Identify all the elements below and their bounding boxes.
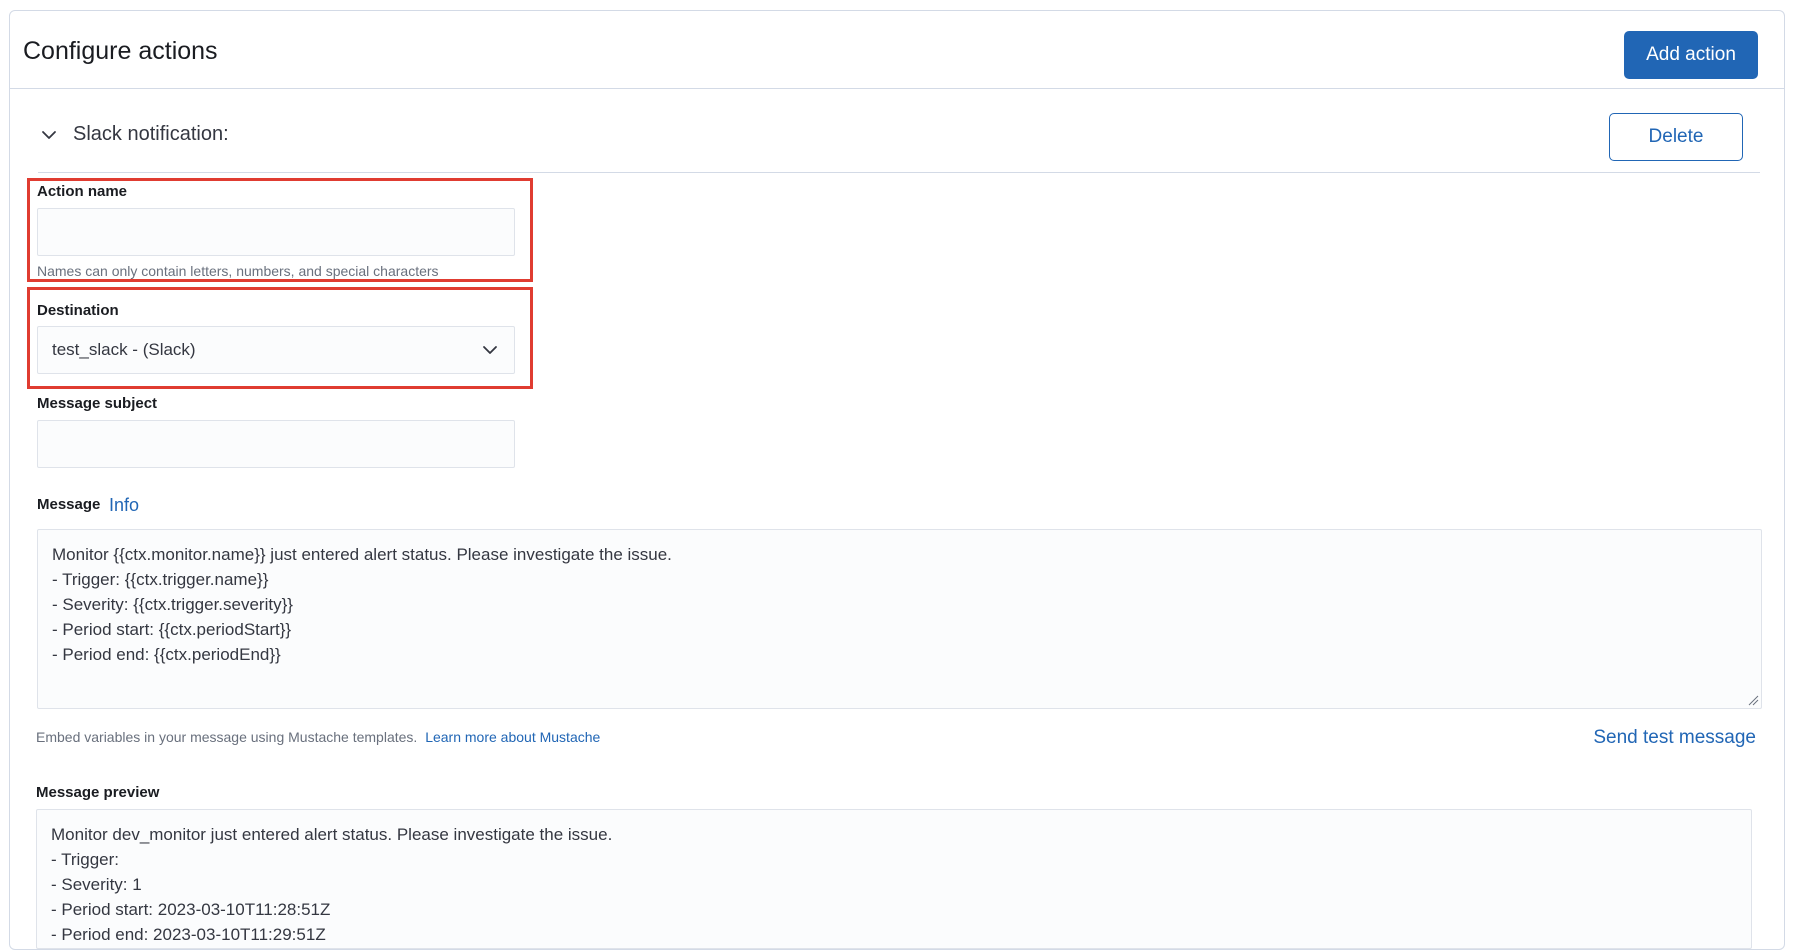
add-action-button[interactable]: Add action: [1624, 31, 1758, 79]
chevron-down-icon: [483, 346, 497, 354]
message-preview-box: Monitor dev_monitor just entered alert s…: [36, 809, 1752, 949]
chevron-down-icon: [42, 130, 56, 139]
message-line: Monitor {{ctx.monitor.name}} just entere…: [52, 545, 672, 564]
embed-text: Embed variables in your message using Mu…: [36, 729, 418, 745]
message-info-link[interactable]: Info: [109, 495, 139, 516]
action-title: Slack notification:: [73, 123, 229, 145]
preview-line: - Period end: 2023-03-10T11:29:51Z: [51, 925, 326, 944]
message-line: - Severity: {{ctx.trigger.severity}}: [52, 595, 293, 614]
preview-line: - Period start: 2023-03-10T11:28:51Z: [51, 900, 331, 919]
mustache-help-text: Embed variables in your message using Mu…: [36, 729, 600, 745]
send-test-message-button[interactable]: Send test message: [1593, 727, 1756, 749]
preview-line: - Severity: 1: [51, 875, 142, 894]
action-name-help-text: Names can only contain letters, numbers,…: [37, 263, 439, 279]
header-divider: [10, 88, 1784, 89]
message-preview-label: Message preview: [36, 784, 160, 801]
preview-line: Monitor dev_monitor just entered alert s…: [51, 825, 613, 844]
slack-notification-accordion-toggle[interactable]: Slack notification:: [38, 123, 229, 146]
section-divider: [38, 172, 1760, 173]
action-name-input[interactable]: [37, 208, 515, 256]
message-label: Message: [37, 496, 101, 513]
message-line: - Period start: {{ctx.periodStart}}: [52, 620, 292, 639]
learn-more-mustache-link[interactable]: Learn more about Mustache: [425, 729, 600, 745]
message-line: - Trigger: {{ctx.trigger.name}}: [52, 570, 269, 589]
resize-handle-icon[interactable]: [1747, 694, 1759, 706]
message-textarea[interactable]: Monitor {{ctx.monitor.name}} just entere…: [37, 529, 1762, 709]
destination-select[interactable]: test_slack - (Slack): [37, 326, 515, 374]
page-title: Configure actions: [23, 37, 218, 65]
action-name-label: Action name: [37, 183, 128, 200]
destination-selected-value: test_slack - (Slack): [52, 340, 196, 359]
delete-button[interactable]: Delete: [1609, 113, 1743, 161]
message-subject-input[interactable]: [37, 420, 515, 468]
message-line: - Period end: {{ctx.periodEnd}}: [52, 645, 281, 664]
preview-line: - Trigger:: [51, 850, 120, 869]
destination-label: Destination: [37, 302, 119, 319]
message-subject-label: Message subject: [37, 395, 158, 412]
